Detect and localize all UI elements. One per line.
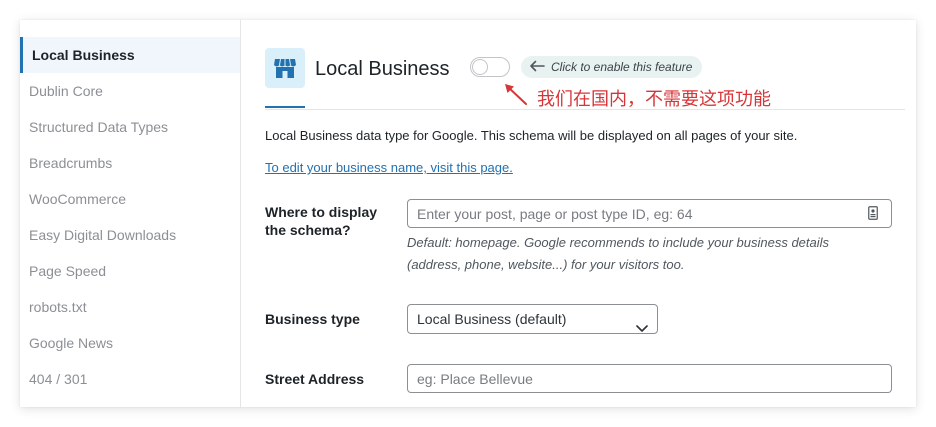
hint-text: Click to enable this feature xyxy=(551,60,693,74)
display-schema-input[interactable] xyxy=(407,199,892,228)
enable-hint-badge: Click to enable this feature xyxy=(521,56,703,78)
business-type-select[interactable]: Local Business (default) xyxy=(407,304,658,334)
sidebar-item-google-news[interactable]: Google News xyxy=(20,325,240,361)
header-divider xyxy=(265,109,905,110)
display-schema-help-line1: Default: homepage. Google recommends to … xyxy=(407,235,830,250)
arrow-left-icon xyxy=(529,60,545,75)
street-address-input[interactable] xyxy=(407,364,892,393)
sidebar-item-structured-data-types[interactable]: Structured Data Types xyxy=(20,109,240,145)
chevron-down-icon xyxy=(636,314,648,342)
enable-feature-toggle[interactable] xyxy=(470,57,510,77)
edit-business-name-link[interactable]: To edit your business name, visit this p… xyxy=(265,160,513,175)
street-address-label: Street Address xyxy=(265,371,365,387)
section-description: Local Business data type for Google. Thi… xyxy=(265,128,798,143)
display-schema-help: Default: homepage. Google recommends to … xyxy=(407,232,897,276)
sidebar-item-easy-digital-downloads[interactable]: Easy Digital Downloads xyxy=(20,217,240,253)
display-schema-label-line1: Where to display xyxy=(265,204,378,220)
sidebar-item-breadcrumbs[interactable]: Breadcrumbs xyxy=(20,145,240,181)
sidebar-item-404-301[interactable]: 404 / 301 xyxy=(20,361,240,397)
tab-underline xyxy=(265,106,305,108)
store-icon xyxy=(265,48,305,88)
sidebar: Local Business Dublin Core Structured Da… xyxy=(20,20,241,407)
sidebar-item-page-speed[interactable]: Page Speed xyxy=(20,253,240,289)
display-schema-help-line2: (address, phone, website...) for your vi… xyxy=(407,257,685,272)
settings-panel: Local Business Dublin Core Structured Da… xyxy=(20,20,916,407)
sidebar-item-woocommerce[interactable]: WooCommerce xyxy=(20,181,240,217)
red-arrow-icon xyxy=(503,82,529,111)
business-type-selected: Local Business (default) xyxy=(417,311,567,327)
sidebar-item-local-business[interactable]: Local Business xyxy=(20,37,240,73)
display-schema-label: Where to display the schema? xyxy=(265,203,377,239)
page-title: Local Business xyxy=(315,58,450,80)
annotation-note: 我们在国内，不需要这项功能 xyxy=(537,89,771,110)
sidebar-item-robots-txt[interactable]: robots.txt xyxy=(20,289,240,325)
contact-card-icon xyxy=(868,206,878,225)
main-content: Local Business Click to enable this feat… xyxy=(265,20,916,407)
display-schema-label-line2: the schema? xyxy=(265,222,351,238)
toggle-knob xyxy=(472,59,488,75)
business-type-label: Business type xyxy=(265,311,360,327)
sidebar-item-dublin-core[interactable]: Dublin Core xyxy=(20,73,240,109)
